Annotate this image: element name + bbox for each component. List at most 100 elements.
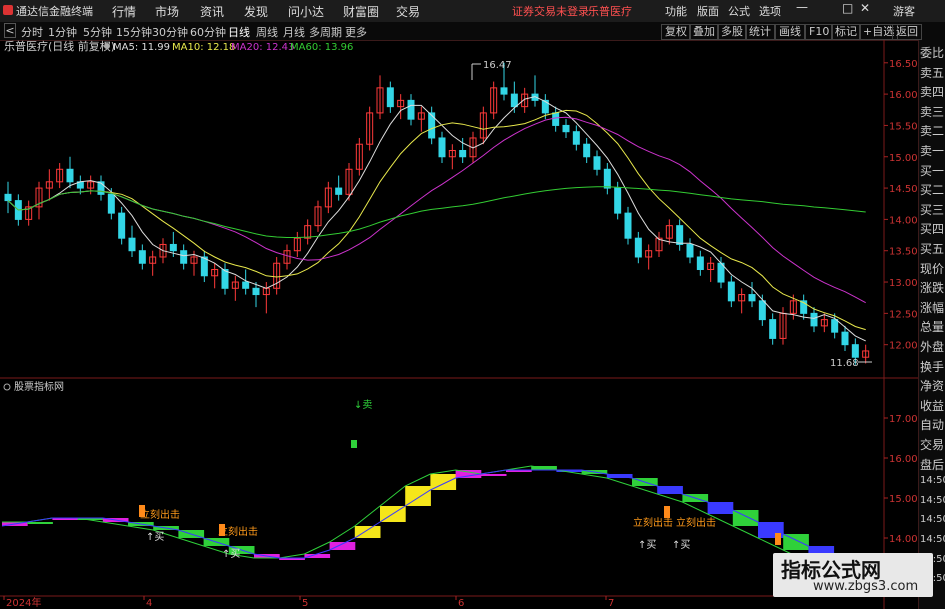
candle-body <box>758 300 766 321</box>
candle-body <box>593 156 601 170</box>
ma60-label: MA60: 13.96 <box>290 42 353 53</box>
annotation-buy: ↑买 <box>146 531 164 543</box>
candle-body <box>696 256 704 271</box>
high-marker: 16.47 <box>483 60 512 71</box>
indicator-band-segment <box>732 510 759 526</box>
quote-panel-label: 卖五 <box>920 65 945 80</box>
candle-body <box>572 131 580 145</box>
ma5-line <box>7 96 866 342</box>
candle-body <box>851 344 859 358</box>
candle-body <box>66 168 74 183</box>
signal-marker <box>219 524 225 536</box>
quote-panel-label: 总量 <box>920 320 945 335</box>
candle-body <box>603 168 611 189</box>
candle-body <box>500 87 508 95</box>
candle-body <box>727 281 735 302</box>
quote-panel-label: 卖四 <box>920 85 945 100</box>
y-tick-label: 16.00 <box>889 454 918 465</box>
ma10-label: MA10: 12.18 <box>172 42 235 53</box>
quote-side-panel: 委比 卖五 卖四 卖三 卖二 卖一 买一 买二 买三 买四 买五 现价 涨跌 涨幅 总量 外盘 换手 净资 收益 自动… <box>918 40 945 609</box>
candle-body <box>180 250 188 264</box>
annotation-signal: 立刻出击 <box>140 508 180 521</box>
signal-marker <box>775 533 781 545</box>
watermark-logo: 指标公式网 www.zbgs3.com <box>773 553 933 597</box>
quote-panel-label: 买五 <box>920 242 945 256</box>
quote-panel-label: 涨跌 <box>920 281 945 296</box>
candle-body <box>118 212 126 239</box>
candle-body <box>831 319 839 333</box>
candle-body <box>386 87 394 108</box>
candle-body <box>335 187 343 195</box>
quote-panel-label: 涨幅 <box>920 300 945 315</box>
y-tick-label: 12.50 <box>889 309 918 320</box>
quote-panel-label: 14:50 <box>920 514 945 526</box>
quote-panel-label: 卖一 <box>920 144 945 158</box>
y-tick-label: 15.00 <box>889 153 918 164</box>
quote-panel-label: 自动 <box>920 418 945 433</box>
quote-panel-label: 净资 <box>920 379 945 394</box>
quote-panel-label: 14:50 <box>920 475 945 487</box>
candle-body <box>676 225 684 245</box>
y-tick-label: 14.50 <box>889 184 918 195</box>
quote-panel-label: 卖三 <box>920 104 945 119</box>
quote-panel-label: 14:50 <box>920 494 945 506</box>
ma5-label: MA5: 11.99 <box>113 42 170 53</box>
ma20-line <box>7 116 866 304</box>
indicator-band-segment <box>783 534 809 550</box>
candle-body <box>221 269 229 289</box>
ma20-label: MA20: 12.43 <box>231 42 294 53</box>
signal-marker <box>139 505 145 517</box>
quote-panel-label: 买四 <box>920 222 945 237</box>
annotation-buy: ↑买 <box>222 548 240 560</box>
y-tick-label: 15.50 <box>889 121 918 132</box>
y-tick-label: 16.50 <box>889 59 918 70</box>
quote-panel-label: 买二 <box>920 183 945 198</box>
quote-panel-label: 买三 <box>920 202 945 217</box>
annotation-sell: ↓卖 <box>354 399 372 411</box>
indicator-series <box>1 465 885 591</box>
watermark-url: www.zbgs3.com <box>813 579 919 594</box>
quote-panel-label: 交易 <box>920 438 945 452</box>
x-tick-label: 4 <box>146 598 152 609</box>
indicator-annotations: 立刻出击↑买 立刻出击↑买↓卖立刻出击 立刻出击↑买 ↑买 <box>139 399 781 560</box>
y-tick-label: 15.00 <box>889 494 918 505</box>
quote-panel-label: 委比 <box>920 46 945 60</box>
x-tick-label: 6 <box>458 598 464 609</box>
low-marker: 11.68 <box>830 358 859 369</box>
candle-body <box>624 212 632 239</box>
quote-panel-label: 14:50 <box>920 534 945 545</box>
indicator-band-segment <box>329 542 356 550</box>
y-tick-label: 14.00 <box>889 534 918 545</box>
candle-body <box>107 193 115 214</box>
candle-body <box>459 149 467 158</box>
candle-body <box>841 331 849 346</box>
chart-area[interactable]: 16.50 16.00 15.50 15.00 14.50 14.00 13.50 13.00… <box>0 0 945 609</box>
candlestick-series <box>4 62 870 365</box>
candle-body <box>128 237 136 252</box>
x-tick-label: 5 <box>302 598 308 609</box>
quote-panel-label: 卖二 <box>920 124 945 139</box>
annotation-signal: 立刻出击 <box>676 516 716 529</box>
candle-body <box>541 99 549 114</box>
x-axis: 2024年 4 5 6 7 <box>3 596 614 609</box>
annotation-buy: ↑买 <box>638 539 656 551</box>
quote-panel-label: 盘后 <box>920 457 945 472</box>
indicator-band-segment <box>707 502 734 514</box>
indicator-band-segment <box>27 522 53 524</box>
x-tick-label: 7 <box>608 598 614 609</box>
y-tick-label: 16.00 <box>889 90 918 101</box>
candle-body <box>634 237 642 258</box>
quote-panel-label: 换手 <box>920 359 945 374</box>
candle-body <box>562 124 570 133</box>
candle-body <box>4 193 12 202</box>
ma-settings-icon[interactable] <box>104 43 110 49</box>
indicator-settings-icon[interactable] <box>3 383 11 391</box>
candle-body <box>510 93 518 108</box>
quote-panel-label: 现价 <box>920 261 945 276</box>
candle-body <box>810 312 818 327</box>
candle-body <box>242 281 250 289</box>
candle-body <box>769 319 777 339</box>
candle-body <box>252 287 260 296</box>
candle-body <box>169 243 177 252</box>
indicator-band-segment <box>430 474 457 490</box>
